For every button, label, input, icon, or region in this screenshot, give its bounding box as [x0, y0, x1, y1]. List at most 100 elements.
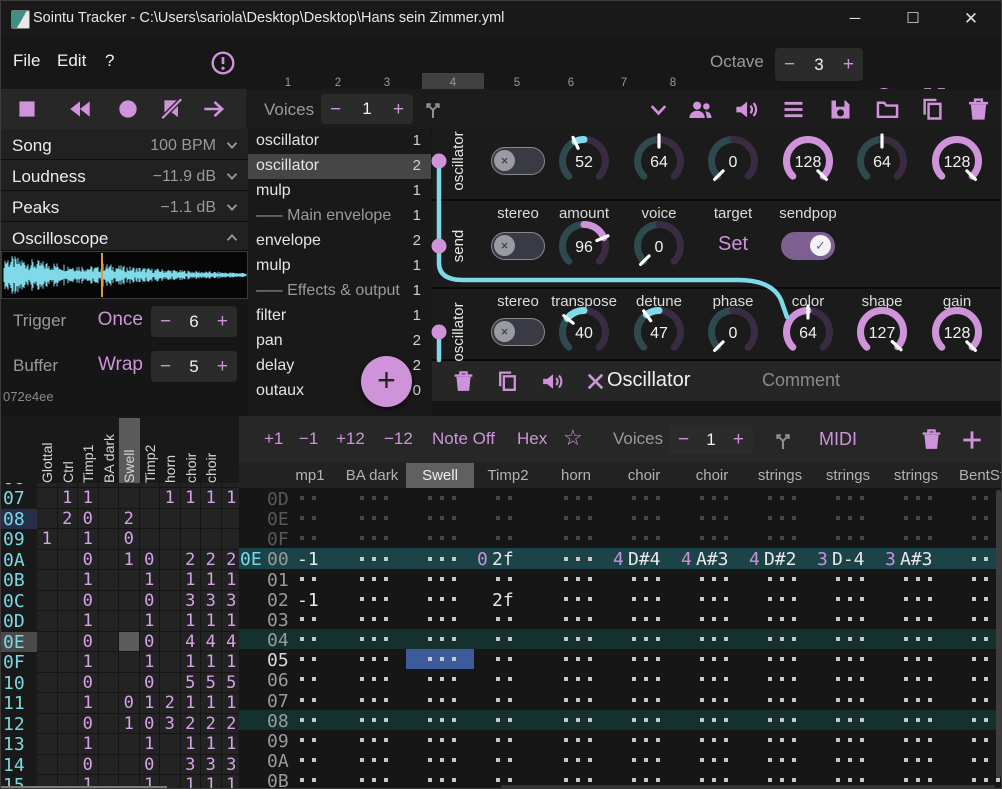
pattern-empty-dot[interactable] — [916, 758, 920, 762]
pattern-empty-dot[interactable] — [904, 698, 908, 702]
pattern-empty-dot[interactable] — [360, 778, 364, 782]
pattern-empty-dot[interactable] — [904, 516, 908, 520]
order-header-ctrl[interactable]: Ctrl — [60, 419, 76, 483]
order-cell[interactable] — [58, 591, 79, 612]
order-cell[interactable]: 3 — [160, 714, 181, 735]
pattern-track-header-strings-8[interactable]: strings — [814, 463, 882, 488]
pattern-empty-dot[interactable] — [768, 516, 772, 520]
pattern-empty-dot[interactable] — [780, 617, 784, 621]
pattern-track-header-choir-5[interactable]: choir — [610, 463, 678, 488]
save-icon[interactable] — [827, 96, 854, 123]
pattern-empty-dot[interactable] — [928, 738, 932, 742]
maximize-button[interactable]: ☐ — [891, 1, 935, 36]
order-row-number[interactable]: 07 — [1, 488, 37, 509]
order-row-number[interactable]: 0B — [1, 570, 37, 591]
pattern-empty-dot[interactable] — [312, 718, 316, 722]
order-cell[interactable]: 1 — [181, 693, 202, 714]
stepper-minus-trigger[interactable]: − — [160, 312, 171, 331]
order-cell[interactable] — [58, 611, 79, 632]
order-cell[interactable] — [222, 529, 240, 550]
pattern-empty-dot[interactable] — [564, 597, 568, 601]
pattern-empty-dot[interactable] — [360, 496, 364, 500]
pattern-empty-dot[interactable] — [300, 496, 304, 500]
pattern-empty-dot[interactable] — [904, 536, 908, 540]
pattern-empty-dot[interactable] — [860, 617, 864, 621]
order-cell[interactable]: 0 — [78, 509, 99, 530]
pattern-empty-dot[interactable] — [700, 657, 704, 661]
pattern-empty-dot[interactable] — [632, 758, 636, 762]
pattern-empty-dot[interactable] — [360, 597, 364, 601]
pattern-empty-dot[interactable] — [656, 718, 660, 722]
pattern-empty-dot[interactable] — [792, 536, 796, 540]
pattern-empty-dot[interactable] — [836, 657, 840, 661]
pattern-empty-dot[interactable] — [372, 496, 376, 500]
pattern-empty-dot[interactable] — [792, 637, 796, 641]
pattern-empty-dot[interactable] — [904, 577, 908, 581]
pattern-cell-note[interactable]: A#3 — [696, 549, 729, 570]
pattern-tool-note-off[interactable]: Note Off — [432, 429, 495, 449]
split-icon[interactable] — [421, 97, 445, 121]
pattern-empty-dot[interactable] — [916, 718, 920, 722]
pattern-empty-dot[interactable] — [780, 698, 784, 702]
pattern-empty-dot[interactable] — [564, 677, 568, 681]
pattern-empty-dot[interactable] — [792, 597, 796, 601]
pattern-row-number[interactable]: 05 — [267, 650, 295, 671]
pattern-empty-dot[interactable] — [916, 516, 920, 520]
pattern-empty-dot[interactable] — [372, 536, 376, 540]
pattern-empty-dot[interactable] — [384, 677, 388, 681]
order-cell[interactable] — [201, 509, 222, 530]
order-cell[interactable] — [160, 570, 181, 591]
pattern-empty-dot[interactable] — [440, 657, 444, 661]
pattern-empty-dot[interactable] — [984, 698, 988, 702]
pattern-empty-dot[interactable] — [860, 597, 864, 601]
order-cell[interactable]: 1 — [78, 611, 99, 632]
pattern-empty-dot[interactable] — [508, 738, 512, 742]
pattern-empty-dot[interactable] — [712, 657, 716, 661]
order-cell[interactable]: 0 — [78, 591, 99, 612]
pattern-row-number[interactable]: 08 — [267, 711, 295, 732]
pattern-empty-dot[interactable] — [496, 617, 500, 621]
pattern-empty-dot[interactable] — [928, 718, 932, 722]
order-cell[interactable] — [160, 529, 181, 550]
order-row-number[interactable]: 12 — [1, 714, 37, 735]
pattern-row-number[interactable]: 09 — [267, 731, 295, 752]
pattern-empty-dot[interactable] — [836, 577, 840, 581]
pattern-empty-dot[interactable] — [768, 496, 772, 500]
knob-oscillator-2[interactable]: 64 — [630, 132, 688, 190]
unit-row-pan[interactable]: pan2 — [248, 329, 431, 354]
order-cell[interactable]: 1 — [181, 611, 202, 632]
pattern-empty-dot[interactable] — [972, 657, 976, 661]
order-cell[interactable]: 1 — [140, 652, 161, 673]
pattern-empty-dot[interactable] — [452, 718, 456, 722]
stepper-value-trigger[interactable]: 6 — [189, 312, 198, 332]
pattern-track-header-horn-4[interactable]: horn — [542, 463, 610, 488]
pattern-empty-dot[interactable] — [588, 516, 592, 520]
pattern-empty-dot[interactable] — [428, 677, 432, 681]
order-cell[interactable] — [99, 693, 120, 714]
pattern-empty-dot[interactable] — [700, 738, 704, 742]
pattern-empty-dot[interactable] — [360, 698, 364, 702]
pattern-empty-dot[interactable] — [312, 516, 316, 520]
order-cell[interactable]: 1 — [181, 775, 202, 789]
pattern-empty-dot[interactable] — [916, 617, 920, 621]
unit-row-envelope[interactable]: envelope2 — [248, 229, 431, 254]
pattern-empty-dot[interactable] — [724, 698, 728, 702]
order-cell[interactable] — [119, 734, 140, 755]
pattern-empty-dot[interactable] — [632, 778, 636, 782]
pattern-empty-dot[interactable] — [836, 637, 840, 641]
pattern-empty-dot[interactable] — [712, 738, 716, 742]
pattern-empty-dot[interactable] — [984, 778, 988, 782]
order-cell[interactable]: 1 — [160, 488, 181, 509]
pattern-empty-dot[interactable] — [984, 597, 988, 601]
pattern-empty-dot[interactable] — [768, 617, 772, 621]
pattern-empty-dot[interactable] — [860, 536, 864, 540]
pattern-empty-dot[interactable] — [496, 698, 500, 702]
pattern-empty-dot[interactable] — [360, 738, 364, 742]
pattern-empty-dot[interactable] — [508, 617, 512, 621]
pattern-empty-dot[interactable] — [300, 778, 304, 782]
pattern-row-number[interactable]: 0B — [267, 771, 295, 789]
pattern-empty-dot[interactable] — [564, 617, 568, 621]
pattern-row-number[interactable]: 04 — [267, 630, 295, 651]
order-cell[interactable] — [99, 673, 120, 694]
pattern-empty-dot[interactable] — [588, 637, 592, 641]
